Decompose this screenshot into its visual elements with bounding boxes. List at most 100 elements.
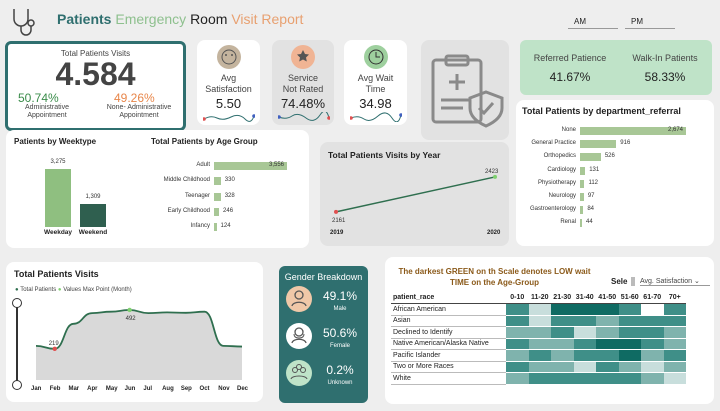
monthly-min-point[interactable] xyxy=(52,346,57,352)
female-icon xyxy=(286,323,312,349)
monthly-max-label: 492 xyxy=(126,316,137,322)
heatmap-cell[interactable] xyxy=(663,326,686,339)
heatmap-cell[interactable] xyxy=(573,315,596,327)
heatmap-cell[interactable] xyxy=(573,361,596,373)
heatmap-cell[interactable] xyxy=(573,372,596,385)
heatmap-col-header: 31-40 xyxy=(573,292,596,304)
heatmap-cell[interactable] xyxy=(596,315,619,327)
dept-bar[interactable] xyxy=(580,140,617,149)
agegroup-bar[interactable] xyxy=(214,207,220,216)
heatmap-race-label: Declined to Identify xyxy=(391,326,506,339)
dept-bar[interactable] xyxy=(580,179,585,188)
byyear-point-min[interactable] xyxy=(334,209,338,214)
agegroup-bar-value: 330 xyxy=(224,177,235,184)
agegroup-bar-label: Early Childhood xyxy=(167,207,210,214)
dept-bar-value: 131 xyxy=(589,166,600,173)
heatmap-cell[interactable] xyxy=(663,315,686,327)
admin-pct: 50.74% xyxy=(18,91,59,105)
heatmap-cell[interactable] xyxy=(663,349,686,362)
weektype-bar[interactable] xyxy=(45,169,71,227)
heatmap-cell[interactable] xyxy=(641,303,664,316)
heatmap-cell[interactable] xyxy=(596,338,619,350)
heatmap-cell[interactable] xyxy=(506,372,529,385)
heatmap-cell[interactable] xyxy=(551,315,574,327)
agegroup-bar[interactable] xyxy=(214,223,217,232)
dept-bar[interactable] xyxy=(580,166,586,175)
weektype-age-card: Patients by Weektype 3,275 Weekday 1,309 We… xyxy=(6,130,309,248)
agegroup-bar[interactable] xyxy=(214,192,221,201)
heatmap-cell[interactable] xyxy=(641,349,664,362)
heatmap-cell[interactable] xyxy=(551,349,574,362)
heatmap-cell[interactable] xyxy=(506,361,529,373)
heatmap-race-label: Native American/Alaska Native xyxy=(391,338,506,350)
heatmap-cell[interactable] xyxy=(596,361,619,373)
heatmap-cell[interactable] xyxy=(618,361,641,373)
heatmap-select-scroll[interactable] xyxy=(631,277,635,286)
heatmap-row: Declined to Identify xyxy=(391,326,686,339)
heatmap-cell[interactable] xyxy=(573,303,596,316)
heatmap-cell[interactable] xyxy=(528,338,551,350)
heatmap-cell[interactable] xyxy=(663,372,686,385)
byyear-point-max[interactable] xyxy=(493,174,497,179)
heatmap-cell[interactable] xyxy=(506,338,529,350)
heatmap-cell[interactable] xyxy=(551,338,574,350)
kpi-card-satisfaction: Avg Satisfaction 5.50 xyxy=(197,40,260,125)
heatmap-cell[interactable] xyxy=(528,361,551,373)
heatmap-cell[interactable] xyxy=(618,326,641,339)
agegroup-bar[interactable] xyxy=(214,177,221,186)
dept-bar-value: 2,674 xyxy=(668,127,684,133)
heatmap-cell[interactable] xyxy=(506,349,529,362)
heatmap-cell[interactable] xyxy=(573,349,596,362)
dept-bar-label: Gastroenterology xyxy=(529,206,576,213)
heatmap-cell[interactable] xyxy=(528,315,551,327)
heatmap-cell[interactable] xyxy=(551,326,574,339)
heatmap-cell[interactable] xyxy=(663,338,686,350)
heatmap-cell[interactable] xyxy=(506,315,529,327)
heatmap-cell[interactable] xyxy=(618,338,641,350)
heatmap-col-header: 21-30 xyxy=(551,292,574,304)
heatmap-cell[interactable] xyxy=(573,326,596,339)
heatmap-cell[interactable] xyxy=(506,326,529,339)
heatmap-cell[interactable] xyxy=(528,326,551,339)
heatmap-cell[interactable] xyxy=(551,361,574,373)
heatmap-measure-value: Avg. Satisfaction xyxy=(640,278,693,285)
dept-bar[interactable] xyxy=(580,153,601,162)
monthly-max-point[interactable] xyxy=(127,307,132,313)
heatmap-cell[interactable] xyxy=(641,372,664,385)
dept-bar[interactable] xyxy=(580,193,584,201)
heatmap-cell[interactable] xyxy=(641,326,664,339)
gender-label: Female xyxy=(329,343,350,349)
heatmap-cell[interactable] xyxy=(641,315,664,327)
heatmap-cell[interactable] xyxy=(596,372,619,385)
weektype-bar-label: Weekend xyxy=(78,229,108,236)
am-tab[interactable]: AM xyxy=(568,15,618,29)
dept-bar-label: Renal xyxy=(560,219,576,226)
heatmap-cell[interactable] xyxy=(618,303,641,316)
dept-bar[interactable] xyxy=(580,206,584,215)
heatmap-cell[interactable] xyxy=(596,326,619,339)
heatmap-measure-select[interactable]: Avg. Satisfaction ⌄ xyxy=(640,277,710,286)
heatmap-cell[interactable] xyxy=(506,303,529,316)
heatmap-table: patient_race 0-10 11-20 21-30 31-40 41-50 51-6… xyxy=(391,292,686,385)
weektype-bar[interactable] xyxy=(80,203,106,227)
heatmap-cell[interactable] xyxy=(596,303,619,316)
heatmap-cell[interactable] xyxy=(663,361,686,373)
heatmap-cell[interactable] xyxy=(618,349,641,362)
heatmap-cell[interactable] xyxy=(528,303,551,316)
heatmap-cell[interactable] xyxy=(573,338,596,350)
heatmap-cell[interactable] xyxy=(641,361,664,373)
heatmap-cell[interactable] xyxy=(528,349,551,362)
kpi-card-not-rated: Service Not Rated 74.48% xyxy=(272,40,334,125)
heatmap-cell[interactable] xyxy=(551,372,574,385)
heatmap-cell[interactable] xyxy=(618,315,641,327)
pm-tab[interactable]: PM xyxy=(625,15,675,29)
heatmap-cell[interactable] xyxy=(528,372,551,385)
monthly-tick-label: Oct xyxy=(200,386,210,392)
heatmap-cell[interactable] xyxy=(551,303,574,316)
dept-bar[interactable] xyxy=(580,219,582,228)
monthly-chart-card: Total Patients Visits ● Total Patients ●… xyxy=(6,262,263,402)
heatmap-cell[interactable] xyxy=(618,372,641,385)
heatmap-cell[interactable] xyxy=(641,338,664,350)
heatmap-cell[interactable] xyxy=(663,303,686,316)
heatmap-cell[interactable] xyxy=(596,349,619,362)
